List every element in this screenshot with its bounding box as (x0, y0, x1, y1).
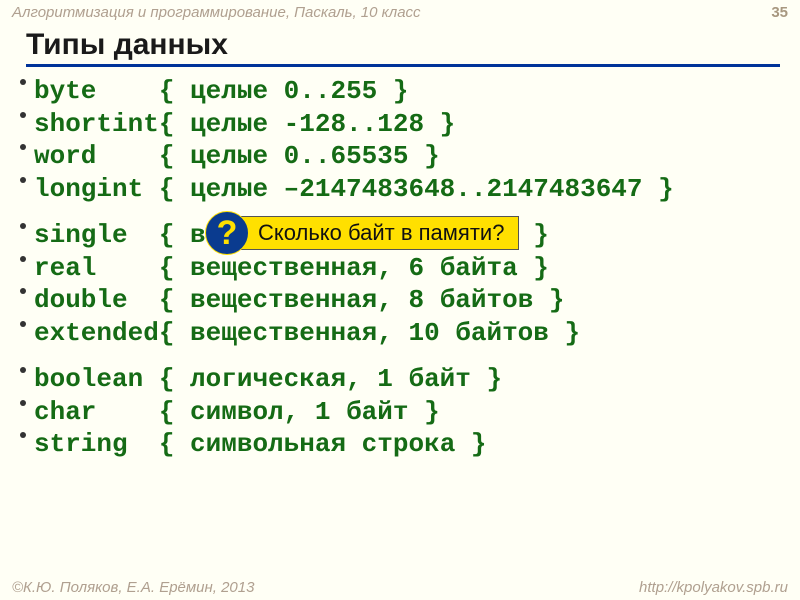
page-title: Типы данных (26, 28, 780, 67)
type-comment: { логическая, 1 байт } (159, 363, 502, 396)
bullet-icon (20, 400, 26, 406)
type-comment: { символьная строка } (159, 428, 487, 461)
footer-url: http://kpolyakov.spb.ru (639, 579, 788, 596)
course-title: Алгоритмизация и программирование, Паска… (12, 4, 421, 21)
type-row: extended { вещественная, 10 байтов } (34, 317, 800, 350)
type-comment: { целые 0..65535 } (159, 140, 440, 173)
type-row: longint { целые –2147483648..2147483647 … (34, 173, 800, 206)
bullet-icon (20, 367, 26, 373)
type-comment: { целые –2147483648..2147483647 } (159, 173, 674, 206)
bullet-icon (20, 256, 26, 262)
bullet-icon (20, 432, 26, 438)
type-keyword: word (34, 140, 96, 173)
type-comment: { вещественная, 6 байта } (159, 252, 549, 285)
type-row: boolean { логическая, 1 байт } (34, 363, 800, 396)
type-comment: { символ, 1 байт } (159, 396, 440, 429)
type-comment: { вещественная, 10 байтов } (159, 317, 580, 350)
type-comment: { вещественная, 8 байтов } (159, 284, 565, 317)
type-keyword: real (34, 252, 96, 285)
type-row: char { символ, 1 байт } (34, 396, 800, 429)
type-row: string { символьная строка } (34, 428, 800, 461)
type-comment: { целые -128..128 } (159, 108, 455, 141)
type-keyword: longint (34, 173, 143, 206)
type-row: shortint { целые -128..128 } (34, 108, 800, 141)
type-row: double { вещественная, 8 байтов } (34, 284, 800, 317)
type-keyword: extended (34, 317, 159, 350)
bullet-icon (20, 79, 26, 85)
type-keyword: single (34, 219, 128, 252)
bullet-icon (20, 223, 26, 229)
slide-footer: ©К.Ю. Поляков, Е.А. Ерёмин, 2013 http://… (0, 579, 800, 596)
type-keyword: double (34, 284, 128, 317)
type-row: real { вещественная, 6 байта } (34, 252, 800, 285)
type-keyword: boolean (34, 363, 143, 396)
question-callout: ? Сколько байт в памяти? (205, 211, 519, 255)
bullet-icon (20, 112, 26, 118)
type-keyword: string (34, 428, 128, 461)
footer-copyright: ©К.Ю. Поляков, Е.А. Ерёмин, 2013 (12, 579, 254, 596)
bullet-icon (20, 321, 26, 327)
bullet-icon (20, 288, 26, 294)
content-area: byte { целые 0..255 } shortint { целые -… (0, 67, 800, 461)
type-keyword: shortint (34, 108, 159, 141)
type-keyword: char (34, 396, 96, 429)
type-row: byte { целые 0..255 } (34, 75, 800, 108)
type-row: word { целые 0..65535 } (34, 140, 800, 173)
type-keyword: byte (34, 75, 96, 108)
page-number: 35 (771, 4, 788, 21)
bullet-icon (20, 177, 26, 183)
callout-text: Сколько байт в памяти? (237, 216, 519, 250)
bullet-icon (20, 144, 26, 150)
question-mark-icon: ? (205, 211, 249, 255)
slide-header: Алгоритмизация и программирование, Паска… (0, 0, 800, 24)
type-comment: { целые 0..255 } (159, 75, 409, 108)
